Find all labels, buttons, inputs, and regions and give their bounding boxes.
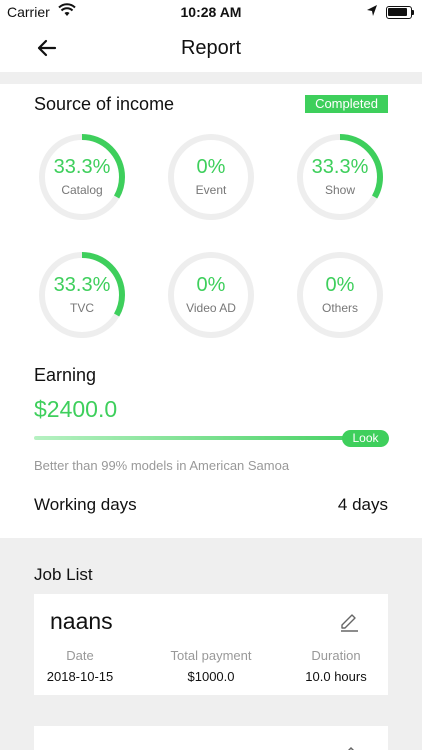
earning-progress-bar [34,436,384,440]
donut-others[interactable]: 0% Others [296,251,384,339]
donut-label: Catalog [61,183,103,197]
donut-catalog[interactable]: 33.3% Catalog [38,133,126,221]
donut-show[interactable]: 33.3% Show [296,133,384,221]
battery-icon [386,6,412,19]
job-name: naans [50,608,113,634]
status-bar: Carrier 10:28 AM [0,0,422,24]
duration-value: 10.0 hours [305,669,367,684]
earning-title: Earning [34,365,97,385]
page-title: Report [180,37,242,59]
donut-video-ad[interactable]: 0% Video AD [167,251,255,339]
donut-percent: 33.3% [53,156,111,178]
status-badge: Completed [305,95,388,113]
payment-value: $1000.0 [187,669,235,684]
date-value: 2018-10-15 [46,669,114,684]
donut-percent: 0% [325,274,355,296]
working-days-value: 4 days [337,495,388,514]
nav-bar: Report [0,24,422,72]
battery-tip [412,10,414,15]
source-of-income-title: Source of income [34,94,175,114]
job-payment: Total payment $1000.0 [152,648,270,684]
working-days-label: Working days [34,495,137,514]
location-arrow-icon [366,4,378,21]
donut-tvc[interactable]: 33.3% TVC [38,251,126,339]
donut-label: TVC [70,301,94,315]
payment-label: Total payment [170,648,252,663]
clock: 10:28 AM [180,4,242,20]
earning-amount: $2400.0 [34,396,118,422]
donut-percent: 33.3% [311,156,369,178]
donut-label: Others [321,301,358,315]
donut-label: Video AD [186,301,236,315]
donut-percent: 0% [196,156,226,178]
job-date: Date 2018-10-15 [34,648,126,684]
duration-label: Duration [311,648,361,663]
donut-label: Event [195,183,227,197]
edit-pencil-icon[interactable] [338,610,360,632]
earning-comparison: Better than 99% models in American Samoa [34,458,290,473]
donut-percent: 33.3% [53,274,111,296]
date-label: Date [66,648,94,663]
job-card[interactable] [34,726,388,750]
donut-percent: 0% [196,274,226,296]
job-duration: Duration 10.0 hours [290,648,382,684]
donut-event[interactable]: 0% Event [167,133,255,221]
donut-label: Show [324,183,356,197]
job-list-title: Job List [34,565,93,584]
report-card: Source of income Completed 33.3% Catalog… [0,84,422,538]
chevron-up-icon[interactable] [344,742,358,750]
job-card[interactable]: naans Date 2018-10-15 Total payment $100… [34,594,388,695]
look-button[interactable]: Look [342,430,389,447]
